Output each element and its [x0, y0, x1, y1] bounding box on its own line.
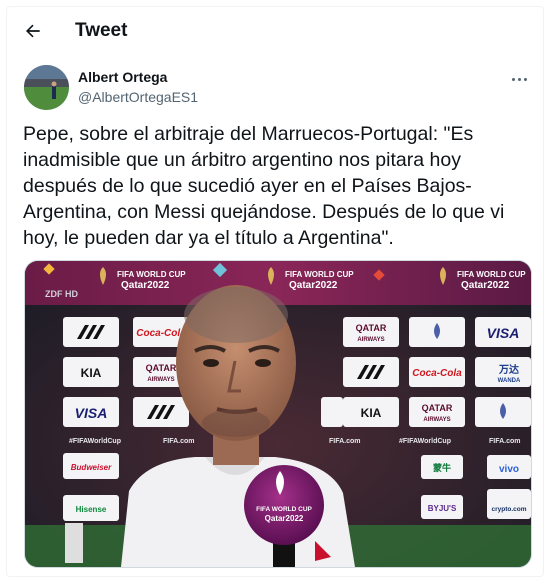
- avatar[interactable]: [24, 65, 69, 110]
- svg-text:Qatar2022: Qatar2022: [265, 514, 304, 523]
- svg-text:FIFA.com: FIFA.com: [329, 438, 361, 445]
- svg-text:BYJU'S: BYJU'S: [428, 504, 457, 513]
- svg-text:FIFA WORLD CUP: FIFA WORLD CUP: [256, 506, 312, 513]
- svg-text:#FIFAWorldCup: #FIFAWorldCup: [69, 438, 121, 445]
- svg-text:Coca-Cola: Coca-Cola: [136, 328, 186, 339]
- svg-text:QATAR: QATAR: [146, 363, 177, 373]
- svg-text:万达: 万达: [498, 363, 519, 376]
- broadcaster-logo: ZDF HD: [45, 289, 78, 299]
- banner-line2-b: Qatar2022: [289, 280, 338, 291]
- svg-text:FIFA.com: FIFA.com: [163, 438, 195, 445]
- svg-text:crypto.com: crypto.com: [491, 506, 526, 513]
- svg-text:QATAR: QATAR: [356, 323, 387, 333]
- svg-text:Hisense: Hisense: [76, 505, 107, 514]
- svg-text:#FIFAWorldCup: #FIFAWorldCup: [399, 438, 451, 445]
- svg-text:KIA: KIA: [361, 406, 382, 420]
- svg-text:vivo: vivo: [499, 464, 519, 475]
- banner-line1-c: FIFA WORLD CUP: [457, 270, 526, 279]
- svg-text:Budweiser: Budweiser: [71, 463, 112, 472]
- author-handle[interactable]: @AlbertOrtegaES1: [78, 89, 198, 105]
- author-name[interactable]: Albert Ortega: [78, 69, 167, 85]
- banner-line2-a: Qatar2022: [121, 280, 170, 291]
- svg-text:WANDA: WANDA: [498, 378, 521, 384]
- svg-text:Coca-Cola: Coca-Cola: [412, 368, 462, 379]
- svg-text:FIFA.com: FIFA.com: [489, 438, 521, 445]
- svg-text:VISA: VISA: [487, 325, 520, 341]
- page-title: Tweet: [75, 20, 128, 41]
- svg-text:AIRWAYS: AIRWAYS: [423, 417, 450, 423]
- banner-line1-a: FIFA WORLD CUP: [117, 270, 186, 279]
- svg-text:VISA: VISA: [75, 405, 108, 421]
- banner-line1-b: FIFA WORLD CUP: [285, 270, 354, 279]
- svg-text:蒙牛: 蒙牛: [433, 462, 451, 473]
- arrow-left-icon: [26, 24, 40, 38]
- more-options-icon[interactable]: [509, 73, 529, 85]
- tweet-card: Tweet Albert Ortega @AlbertOrtegaES1 Pep…: [6, 6, 544, 577]
- svg-text:AIRWAYS: AIRWAYS: [357, 337, 384, 343]
- tweet-media-image[interactable]: FIFA WORLD CUP Qatar2022 FIFA WORLD CUP …: [24, 260, 532, 568]
- avatar-image: [24, 65, 69, 110]
- back-button[interactable]: [21, 19, 45, 43]
- svg-text:AIRWAYS: AIRWAYS: [147, 377, 174, 383]
- tweet-header: Tweet: [7, 7, 543, 54]
- svg-text:QATAR: QATAR: [422, 403, 453, 413]
- svg-text:KIA: KIA: [81, 366, 102, 380]
- tweet-text: Pepe, sobre el arbitraje del Marruecos-P…: [23, 123, 505, 249]
- banner-line2-c: Qatar2022: [461, 280, 510, 291]
- interview-photo: FIFA WORLD CUP Qatar2022 FIFA WORLD CUP …: [25, 261, 531, 567]
